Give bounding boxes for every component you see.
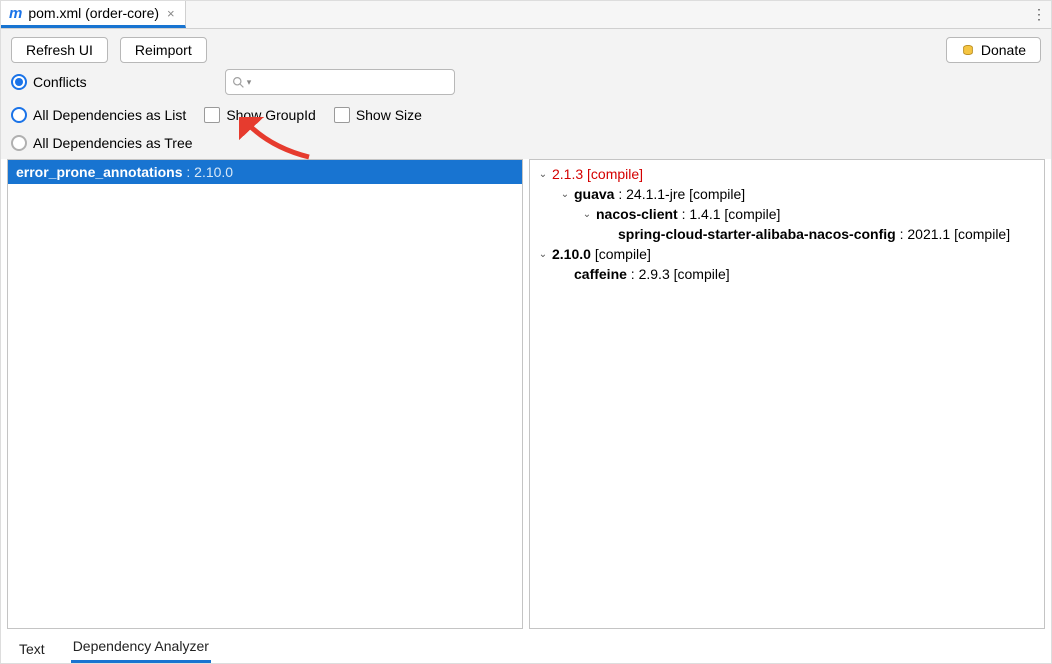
chevron-down-icon[interactable]: ⌄ <box>558 189 572 200</box>
bottom-tab-text[interactable]: Text <box>17 635 47 663</box>
tree-node-label: guava : 24.1.1-jre [compile] <box>574 186 745 202</box>
chevron-down-icon[interactable]: ▾ <box>247 77 252 88</box>
tree-node-label: spring-cloud-starter-alibaba-nacos-confi… <box>618 226 1010 242</box>
checkbox-icon <box>334 107 350 123</box>
filter-options: Conflicts ▾ All Dependencies as List Sho… <box>1 69 1051 159</box>
bottom-tab-bar: Text Dependency Analyzer <box>1 629 1051 663</box>
dependency-version: 2.10.0 <box>194 164 233 180</box>
right-pane[interactable]: ⌄2.1.3 [compile]⌄guava : 24.1.1-jre [com… <box>529 159 1045 629</box>
tree-node-label: 2.1.3 [compile] <box>552 166 643 182</box>
tree-node-label: 2.10.0 [compile] <box>552 246 651 262</box>
chevron-down-icon[interactable]: ⌄ <box>536 249 550 260</box>
dependency-list-item[interactable]: error_prone_annotations : 2.10.0 <box>8 160 522 184</box>
maven-icon: m <box>9 5 22 22</box>
checkbox-show-size-label: Show Size <box>356 107 422 123</box>
tree-node[interactable]: ⌄2.10.0 [compile] <box>530 244 1044 264</box>
search-icon <box>232 76 245 89</box>
donate-label: Donate <box>981 42 1026 58</box>
refresh-ui-button[interactable]: Refresh UI <box>11 37 108 63</box>
checkbox-show-groupid-label: Show GroupId <box>226 107 316 123</box>
split-panes: error_prone_annotations : 2.10.0 ⌄2.1.3 … <box>1 159 1051 629</box>
tree-node[interactable]: spring-cloud-starter-alibaba-nacos-confi… <box>530 224 1044 244</box>
radio-all-list-label: All Dependencies as List <box>33 107 186 123</box>
checkbox-icon <box>204 107 220 123</box>
coins-icon <box>961 43 975 57</box>
bottom-tab-dependency-analyzer[interactable]: Dependency Analyzer <box>71 632 211 663</box>
editor-tab-pom[interactable]: m pom.xml (order-core) × <box>1 1 186 28</box>
search-input-wrap[interactable]: ▾ <box>225 69 455 95</box>
dependency-name: error_prone_annotations <box>16 164 182 180</box>
checkbox-show-size[interactable]: Show Size <box>334 107 422 123</box>
tree-node[interactable]: ⌄guava : 24.1.1-jre [compile] <box>530 184 1044 204</box>
radio-all-list[interactable]: All Dependencies as List <box>11 107 186 123</box>
search-input[interactable] <box>253 73 447 91</box>
radio-icon <box>11 74 27 90</box>
checkbox-show-groupid[interactable]: Show GroupId <box>204 107 316 123</box>
close-icon[interactable]: × <box>165 6 177 21</box>
tree-node[interactable]: ⌄nacos-client : 1.4.1 [compile] <box>530 204 1044 224</box>
toolbar: Refresh UI Reimport Donate <box>1 29 1051 69</box>
tree-node[interactable]: ⌄2.1.3 [compile] <box>530 164 1044 184</box>
tree-node[interactable]: caffeine : 2.9.3 [compile] <box>530 264 1044 284</box>
radio-icon <box>11 107 27 123</box>
tree-node-label: nacos-client : 1.4.1 [compile] <box>596 206 780 222</box>
editor-tab-bar: m pom.xml (order-core) × ⋮ <box>1 1 1051 29</box>
chevron-down-icon[interactable]: ⌄ <box>536 169 550 180</box>
radio-conflicts[interactable]: Conflicts <box>11 74 87 90</box>
chevron-down-icon[interactable]: ⌄ <box>580 209 594 220</box>
left-pane[interactable]: error_prone_annotations : 2.10.0 <box>7 159 523 629</box>
radio-icon <box>11 135 27 151</box>
radio-all-tree-label: All Dependencies as Tree <box>33 135 193 151</box>
editor-tab-title: pom.xml (order-core) <box>28 5 159 21</box>
tab-menu-icon[interactable]: ⋮ <box>1027 6 1051 23</box>
radio-conflicts-label: Conflicts <box>33 74 87 90</box>
donate-button[interactable]: Donate <box>946 37 1041 63</box>
radio-all-tree[interactable]: All Dependencies as Tree <box>11 135 193 151</box>
tree-node-label: caffeine : 2.9.3 [compile] <box>574 266 730 282</box>
reimport-button[interactable]: Reimport <box>120 37 207 63</box>
